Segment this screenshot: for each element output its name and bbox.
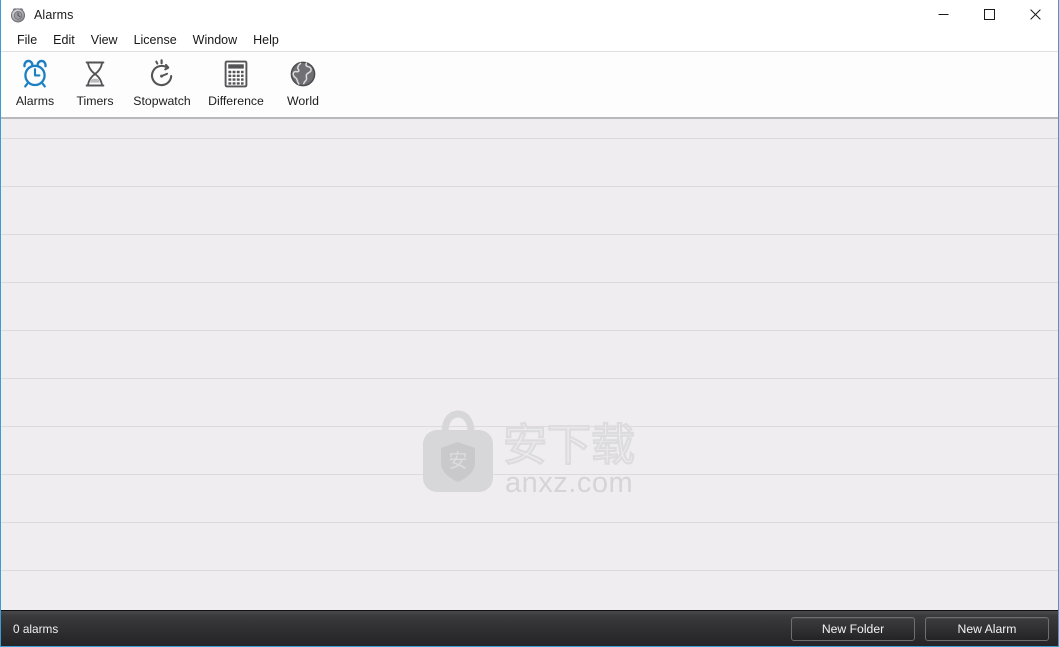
stopwatch-icon — [145, 57, 179, 91]
toolbar-button-world[interactable]: World — [273, 52, 333, 109]
menu-item-file[interactable]: File — [9, 31, 45, 50]
minimize-button[interactable] — [920, 0, 966, 29]
list-row[interactable] — [1, 427, 1058, 475]
menu-item-view[interactable]: View — [83, 31, 126, 50]
toolbar-label-difference: Difference — [208, 94, 264, 108]
menu-item-edit[interactable]: Edit — [45, 31, 83, 50]
title-bar: Alarms — [1, 0, 1058, 29]
new-alarm-button[interactable]: New Alarm — [925, 616, 1049, 641]
alarm-clock-icon — [18, 57, 52, 91]
close-icon — [1029, 9, 1041, 20]
list-row[interactable] — [1, 187, 1058, 235]
new-folder-button[interactable]: New Folder — [791, 616, 915, 641]
toolbar-button-timers[interactable]: Timers — [65, 52, 125, 109]
menu-item-help[interactable]: Help — [245, 31, 287, 50]
alarms-list[interactable]: 安 安下载 anxz.com — [1, 118, 1058, 610]
menu-item-window[interactable]: Window — [185, 31, 245, 50]
window-controls — [920, 0, 1058, 29]
list-row[interactable] — [1, 283, 1058, 331]
toolbar-label-world: World — [287, 94, 319, 108]
status-bar: 0 alarms New Folder New Alarm — [1, 610, 1058, 646]
toolbar-label-stopwatch: Stopwatch — [133, 94, 191, 108]
close-button[interactable] — [1012, 0, 1058, 29]
maximize-icon — [983, 9, 995, 20]
hourglass-icon — [78, 57, 112, 91]
list-row[interactable] — [1, 523, 1058, 571]
toolbar-label-alarms: Alarms — [15, 94, 55, 108]
calculator-icon — [219, 57, 253, 91]
maximize-button[interactable] — [966, 0, 1012, 29]
minimize-icon — [938, 14, 948, 15]
list-row[interactable] — [1, 139, 1058, 187]
list-row[interactable] — [1, 118, 1058, 139]
toolbar-button-difference[interactable]: Difference — [199, 52, 273, 109]
window-title: Alarms — [34, 7, 74, 22]
alarm-count-label: 0 alarms — [13, 621, 59, 636]
list-row[interactable] — [1, 475, 1058, 523]
menu-item-license[interactable]: License — [126, 31, 185, 50]
toolbar: Alarms Timers Stopwatch Difference World — [1, 52, 1058, 118]
toolbar-button-alarms[interactable]: Alarms — [5, 52, 65, 109]
toolbar-label-timers: Timers — [76, 94, 114, 108]
list-row[interactable] — [1, 331, 1058, 379]
globe-icon — [286, 57, 320, 91]
menu-bar: File Edit View License Window Help — [1, 29, 1058, 52]
list-row[interactable] — [1, 379, 1058, 427]
list-row[interactable] — [1, 235, 1058, 283]
list-row[interactable] — [1, 571, 1058, 610]
alarms-window: Alarms File Edit View License Window Hel… — [0, 0, 1059, 647]
toolbar-button-stopwatch[interactable]: Stopwatch — [125, 52, 199, 109]
alarm-clock-icon — [10, 7, 26, 23]
